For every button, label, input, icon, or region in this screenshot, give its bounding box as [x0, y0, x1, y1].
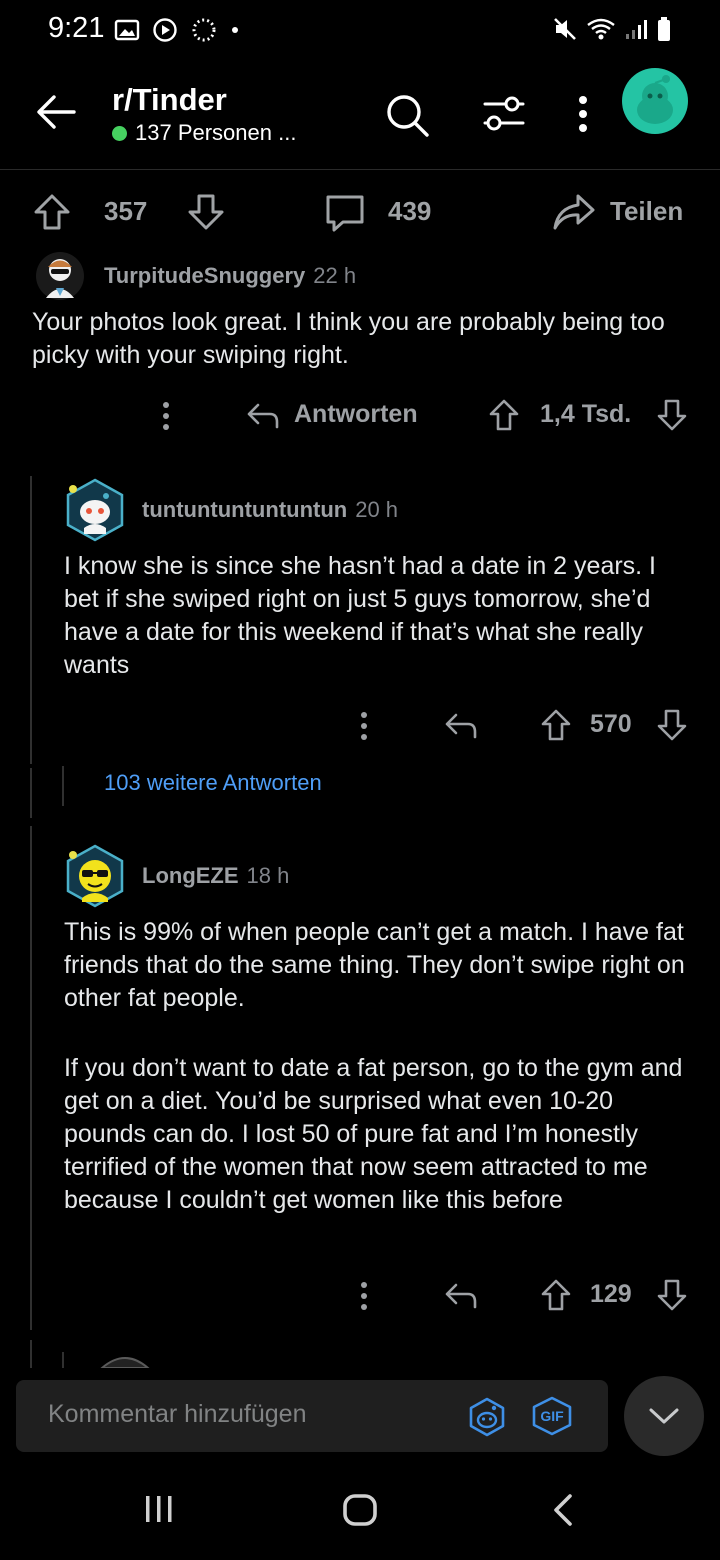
subreddit-title[interactable]: r/Tinder — [112, 82, 227, 118]
comment-icon[interactable] — [324, 192, 366, 234]
comment-longeze: LongEZE 18 h This is 99% of when people … — [64, 842, 694, 1217]
comment-turpitudesnuggery: TurpitudeSnuggery 22 h Your photos look … — [32, 250, 692, 372]
comment-meta: tuntuntuntuntuntun 20 h — [64, 476, 694, 544]
comment-score: 129 — [590, 1280, 632, 1308]
user-avatar-icon[interactable] — [98, 1354, 152, 1368]
upvote-icon[interactable] — [540, 1278, 572, 1312]
spinner-icon — [192, 18, 216, 42]
downvote-icon[interactable] — [186, 192, 226, 232]
post-score: 357 — [104, 196, 148, 226]
snoo-avatar-icon — [637, 75, 673, 124]
online-count-text: 137 Personen ... — [135, 120, 297, 145]
thread-line[interactable] — [30, 768, 32, 818]
more-vertical-icon[interactable] — [356, 710, 372, 742]
status-right-icons — [552, 16, 672, 42]
snoo-emoji-icon[interactable] — [466, 1396, 508, 1438]
gif-label: GIF — [540, 1408, 564, 1424]
more-vertical-icon[interactable] — [158, 400, 174, 432]
comment-username[interactable]: LongEZE — [142, 863, 239, 889]
comment-tuntuntuntuntuntun: tuntuntuntuntuntun 20 h I know she is si… — [64, 476, 694, 682]
comment-time: 20 h — [355, 497, 399, 522]
reply-icon[interactable] — [444, 712, 478, 740]
system-nav-bar — [0, 1470, 720, 1560]
back-nav-icon[interactable] — [548, 1492, 578, 1528]
comment-username[interactable]: tuntuntuntuntuntun — [142, 497, 347, 523]
comment-actions: 129 — [356, 1276, 696, 1316]
comment-paragraph: This is 99% of when people can’t get a m… — [64, 918, 685, 1012]
mute-icon — [554, 18, 576, 40]
post-action-bar: 357 439 Teilen — [0, 180, 720, 244]
image-icon — [114, 19, 140, 41]
status-time: 9:21 — [48, 12, 105, 44]
signal-icon — [626, 20, 647, 39]
comment-score: 1,4 Tsd. — [540, 400, 632, 428]
online-count: 137 Personen ... — [112, 120, 296, 146]
collapse-button[interactable] — [624, 1376, 704, 1456]
comment-input[interactable]: Kommentar hinzufügen — [48, 1400, 306, 1429]
dot-icon — [232, 27, 238, 33]
wifi-icon — [587, 18, 615, 40]
comment-paragraph: Your photos look great. I think you are … — [32, 308, 665, 369]
reply-icon[interactable] — [246, 402, 280, 430]
user-avatar-icon[interactable] — [64, 842, 126, 910]
search-icon[interactable] — [384, 92, 430, 138]
online-dot-icon — [112, 125, 127, 141]
comment-body: I know she is since she hasn’t had a dat… — [64, 550, 694, 682]
share-icon[interactable] — [552, 192, 596, 234]
subreddit-header: r/Tinder 137 Personen ... — [0, 62, 720, 170]
filter-icon[interactable] — [482, 94, 526, 134]
battery-icon — [658, 17, 670, 41]
upvote-icon[interactable] — [32, 192, 72, 232]
comment-count: 439 — [388, 196, 432, 226]
thread-line[interactable] — [30, 826, 32, 1330]
status-left-icons — [114, 16, 240, 44]
comment-actions: 570 — [356, 706, 696, 746]
thread-line[interactable] — [30, 476, 32, 764]
recent-apps-icon[interactable] — [142, 1492, 176, 1526]
comment-paragraph: If you don’t want to date a fat person, … — [64, 1054, 683, 1214]
more-replies-link[interactable]: 103 weitere Antworten — [104, 770, 322, 796]
comment-username[interactable]: TurpitudeSnuggery — [104, 263, 305, 289]
comment-actions: Antworten 1,4 Tsd. — [158, 396, 698, 436]
reply-button[interactable]: Antworten — [294, 400, 418, 429]
downvote-icon[interactable] — [656, 1278, 688, 1312]
upvote-icon[interactable] — [488, 398, 520, 432]
more-vertical-icon[interactable] — [356, 1280, 372, 1312]
comment-meta: TurpitudeSnuggery 22 h — [32, 250, 692, 302]
comment-meta: LongEZE 18 h — [64, 842, 694, 910]
comment-paragraph: I know she is since she hasn’t had a dat… — [64, 552, 657, 679]
user-avatar-icon[interactable] — [64, 476, 126, 544]
upvote-icon[interactable] — [540, 708, 572, 742]
home-icon[interactable] — [340, 1492, 380, 1528]
chevron-down-icon — [649, 1408, 679, 1424]
thread-line[interactable] — [30, 1340, 32, 1368]
user-avatar[interactable] — [622, 68, 688, 134]
status-bar: 9:21 — [0, 0, 720, 62]
downvote-icon[interactable] — [656, 398, 688, 432]
comment-body: Your photos look great. I think you are … — [32, 306, 692, 372]
more-vertical-icon[interactable] — [566, 94, 600, 134]
comment-composer[interactable]: Kommentar hinzufügen GIF — [16, 1380, 608, 1452]
comment-time: 22 h — [313, 263, 357, 288]
reply-icon[interactable] — [444, 1282, 478, 1310]
comment-time: 18 h — [246, 863, 290, 888]
share-label[interactable]: Teilen — [610, 196, 683, 227]
comment-body: This is 99% of when people can’t get a m… — [64, 916, 694, 1217]
gif-button[interactable]: GIF — [530, 1396, 574, 1436]
comment-score: 570 — [590, 710, 632, 738]
thread-line[interactable] — [62, 766, 64, 806]
play-icon — [153, 18, 177, 42]
back-arrow-icon[interactable] — [34, 90, 78, 134]
user-avatar-icon[interactable] — [32, 250, 88, 302]
downvote-icon[interactable] — [656, 708, 688, 742]
thread-line[interactable] — [62, 1352, 64, 1368]
